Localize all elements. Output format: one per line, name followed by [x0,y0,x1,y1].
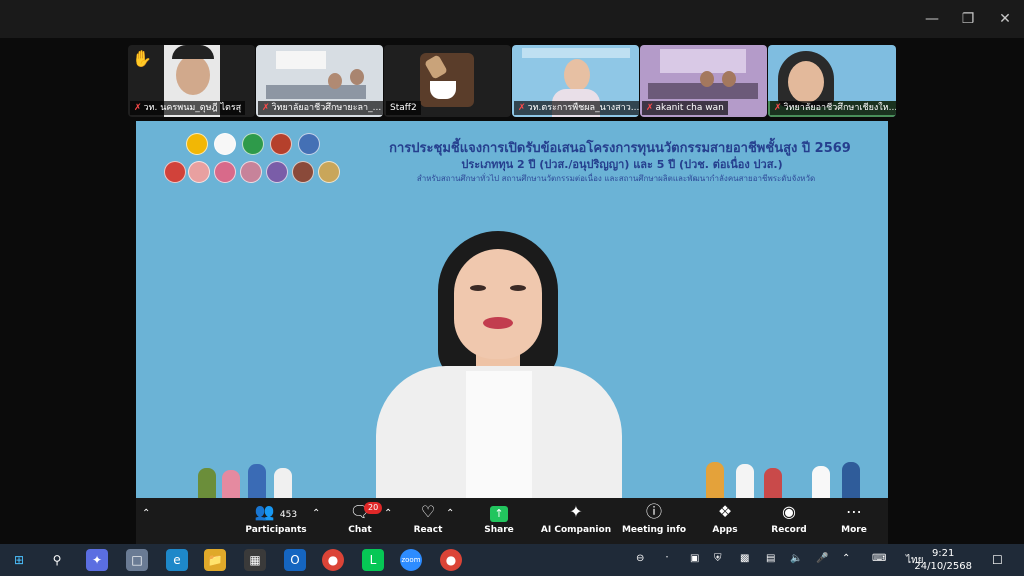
taskbar: ⊞ ⚲ ✦ □ e 📁 ▦ O ● L zoom ● ⊖ ᛫ ▣ ⛨ ▩ ▤ 🔈… [0,544,1024,576]
close-icon[interactable]: ✕ [995,9,1015,29]
apps-button[interactable]: ❖ Apps [690,502,760,542]
cartoon-figure [274,468,292,498]
cartoon-figure [222,470,240,498]
chevron-up-icon[interactable]: ⌃ [842,553,850,564]
participant-name: ✗ วิทยาลัยอาชีวศึกษายะลา_... [258,101,383,115]
window-titlebar: — ❐ ✕ [0,0,1024,38]
react-options-caret[interactable]: ⌃ [446,508,454,519]
participant-thumbnail-5[interactable]: ✗ akanit cha wan [640,45,767,117]
search-icon[interactable]: ⚲ [46,549,68,571]
volume-icon[interactable]: 🔈 [790,553,802,564]
record-button[interactable]: ◉ Record [754,502,824,542]
cartoon-figure [764,468,782,498]
logo-icon [188,161,210,183]
participant-name: ✗ วท.ตระการพืชผล_นางสาว... [514,101,639,115]
shield-icon[interactable]: ⛨ [714,553,722,564]
sparkle-icon: ✦ [569,502,583,521]
store-icon[interactable]: ▦ [244,549,266,571]
mic-off-icon: ✗ [646,103,654,113]
presenter-mouth [483,317,513,329]
file-explorer-icon[interactable]: 📁 [204,549,226,571]
participants-button[interactable]: 👥 453 Participants [236,502,316,542]
share-button[interactable]: ↑ Share [464,502,534,542]
tray-minus-icon[interactable]: ⊖ [636,553,644,564]
presenter-face [454,249,542,359]
ai-companion-button[interactable]: ✦ AI Companion [536,502,616,542]
cartoon-figure [736,464,754,498]
chevron-up-icon[interactable]: ⌃ [142,508,150,519]
mic-off-icon: ✗ [774,103,782,113]
participant-thumbnail-3[interactable]: Staff2 [384,45,511,117]
restore-icon[interactable]: ❐ [958,9,978,29]
participant-thumbnail-2[interactable]: ✗ วิทยาลัยอาชีวศึกษายะลา_... [256,45,383,117]
chat-badge: 20 [364,502,383,514]
keyboard-icon[interactable]: ⌨ [872,553,886,564]
logo-icon [186,133,208,155]
slide-caption: สำหรับสถานศึกษาทั่วไป สถานศึกษานวัตกรรมต… [416,174,816,183]
logo-icon [318,161,340,183]
cartoon-figure [812,466,830,498]
cartoon-figure [842,462,860,498]
participant-name: ✗ วท. นครพนม_ดุษฎี ไตรสุ [130,101,246,115]
logo-icon [214,161,236,183]
logo-icon [292,161,314,183]
outlook-icon[interactable]: O [284,549,306,571]
participant-thumbnail-4[interactable]: ✗ วท.ตระการพืชผล_นางสาว... [512,45,639,117]
line-icon[interactable]: L [362,549,384,571]
raised-hand-icon: ✋ [132,49,152,68]
clock[interactable]: 9:21 24/10/2568 [914,547,972,573]
participant-name: ✗ วิทยาลัยอาชีวศึกษาเชียงให... [770,101,896,115]
logo-icon [164,161,186,183]
participants-icon: 👥 453 [254,502,298,521]
notification-icon[interactable]: ☐ [992,553,1003,567]
zoom-icon[interactable]: zoom [400,549,422,571]
logo-icon [214,133,236,155]
cartoon-figure [198,468,216,498]
record-icon: ◉ [782,502,796,521]
network-icon[interactable]: ▤ [766,553,775,564]
minimize-icon[interactable]: — [922,9,942,29]
microphone-icon[interactable]: 🎤 [816,553,828,564]
coffee-cup-icon [430,81,456,99]
participants-options-caret[interactable]: ⌃ [312,508,320,519]
display-icon[interactable]: ▩ [740,553,749,564]
share-screen-icon: ↑ [464,502,534,522]
cartoon-figure [248,464,266,498]
bluetooth-icon[interactable]: ᛫ [664,553,670,564]
edge-icon[interactable]: e [166,549,188,571]
meeting-toolbar: ⌃ 👥 453 Participants ⌃ 🗨 20 Chat ⌃ ♡ Rea… [136,498,888,544]
participant-name: ✗ akanit cha wan [642,101,728,115]
copilot-icon[interactable]: ✦ [86,549,108,571]
logo-icon [266,161,288,183]
cartoon-figure [706,462,724,498]
chrome-icon[interactable]: ● [322,549,344,571]
logo-icon [298,133,320,155]
more-icon: ⋯ [846,502,862,521]
participant-thumbnail-6[interactable]: ✗ วิทยาลัยอาชีวศึกษาเชียงให... [768,45,896,117]
tray-app-icon[interactable]: ▣ [690,553,699,564]
meeting-info-button[interactable]: ⓘ Meeting info [618,502,690,542]
mic-off-icon: ✗ [262,103,270,113]
mic-off-icon: ✗ [134,103,142,113]
more-button[interactable]: ⋯ More [820,502,888,542]
windows-start-icon[interactable]: ⊞ [8,549,30,571]
logo-icon [240,161,262,183]
slide-subtitle: ประเภททุน 2 ปี (ปวส./อนุปริญญา) และ 5 ปี… [461,158,783,171]
logo-icon [270,133,292,155]
info-icon: ⓘ [645,502,662,521]
participant-name: Staff2 [386,101,421,115]
chat-options-caret[interactable]: ⌃ [384,508,392,519]
apps-icon: ❖ [717,502,733,521]
chrome-icon[interactable]: ● [440,549,462,571]
mic-off-icon: ✗ [518,103,526,113]
participant-thumbnail-1[interactable]: ✋ ✗ วท. นครพนม_ดุษฎี ไตรสุ [128,45,255,117]
logo-icon [242,133,264,155]
app-icon[interactable]: □ [126,549,148,571]
main-video: การประชุมชี้แจงการเปิดรับข้อเสนอโครงการท… [136,121,888,498]
